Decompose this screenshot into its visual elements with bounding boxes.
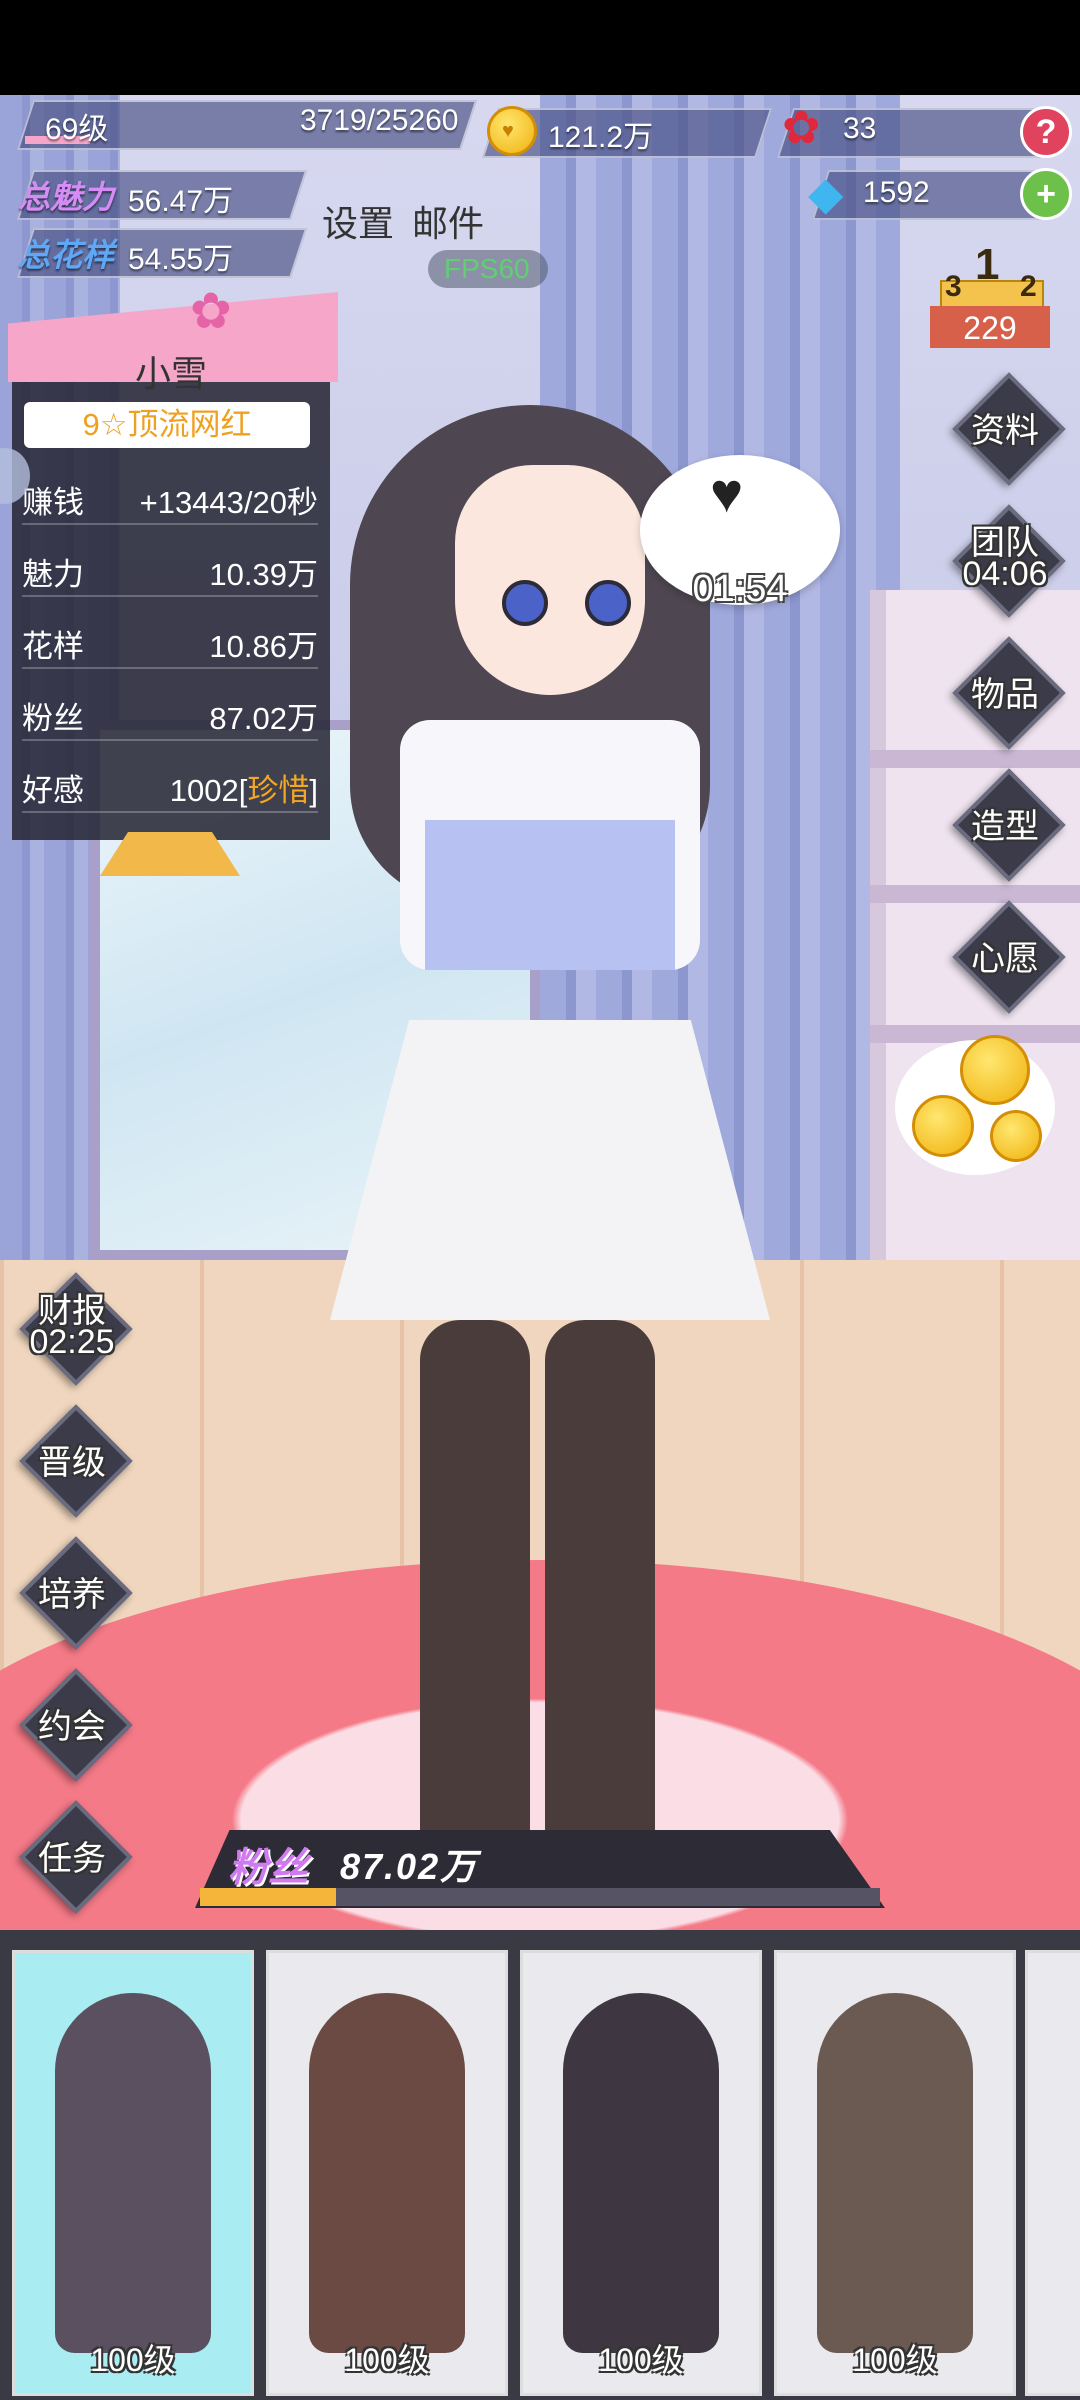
heart-hand-icon: ♥ (710, 461, 744, 524)
affection-suffix: ] (309, 773, 318, 808)
coin-icon (960, 1035, 1030, 1105)
character-card[interactable]: 100级 (12, 1950, 254, 2396)
card-level: 100级 (344, 2342, 430, 2378)
stat-label: 粉丝 (22, 701, 84, 736)
stat-value: 10.39万 (209, 549, 318, 594)
right-button-0[interactable]: 资料 (952, 372, 1066, 486)
left-button-label: 晋级 (38, 1444, 106, 1482)
right-button-2[interactable]: 物品 (952, 636, 1066, 750)
shelf-board (870, 750, 1080, 768)
character-leg (420, 1320, 530, 1870)
character-leg (545, 1320, 655, 1870)
rose-icon: ✿ (782, 101, 821, 153)
podium-third: 3 (945, 270, 962, 303)
roses-value: 33 (843, 112, 877, 145)
right-button-label: 造型 (971, 808, 1039, 846)
card-portrait (817, 1993, 973, 2353)
shelf-board (870, 885, 1080, 903)
help-button[interactable]: ? (1020, 106, 1072, 158)
stat-row: 魅力 10.39万 (22, 537, 318, 597)
stat-value-text: 10.86万 (209, 629, 318, 664)
character-card[interactable]: 100级 (520, 1950, 762, 2396)
affection-tier: 珍惜 (247, 773, 310, 808)
fps-text: FPS60 (444, 253, 530, 284)
charm-value: 56.47万 (128, 185, 234, 218)
stat-value: 1002[珍惜] (170, 765, 318, 810)
left-button-label: 培养 (38, 1576, 106, 1614)
character-name: 小雪 (134, 353, 207, 394)
level-text: 69级 (45, 113, 109, 146)
ranking-podium[interactable]: 1 3 2 229 (930, 240, 1050, 350)
stat-label: 魅力 (22, 557, 84, 592)
character-face (455, 465, 645, 695)
stat-row: 花样 10.86万 (22, 609, 318, 669)
character-eye (585, 580, 631, 626)
character-rank-badge: 9☆顶流网红 (24, 402, 310, 448)
card-portrait (563, 1993, 719, 2353)
style-value: 54.55万 (128, 243, 234, 276)
style-label: 总花样 (18, 237, 115, 273)
left-button-timer: 02:25 (29, 1323, 115, 1361)
stat-value-text: 1002[ (169, 773, 248, 808)
settings-button[interactable]: 设置 (322, 195, 394, 247)
left-button-label: 任务 (38, 1840, 106, 1878)
bubble-timer: 01:54 (692, 568, 788, 610)
right-button-3[interactable]: 造型 (952, 768, 1066, 882)
left-button-3[interactable]: 约会 (19, 1668, 133, 1782)
coin-icon (990, 1110, 1042, 1162)
mail-button[interactable]: 邮件 (412, 195, 484, 247)
stat-label: 花样 (22, 629, 84, 664)
coins-value: 121.2万 (548, 121, 654, 154)
right-button-label: 心愿 (971, 940, 1039, 978)
rank-value: 229 (963, 310, 1017, 346)
status-bar (0, 0, 1080, 95)
left-button-2[interactable]: 培养 (19, 1536, 133, 1650)
card-level: 100级 (852, 2342, 938, 2378)
left-button-4[interactable]: 任务 (19, 1800, 133, 1914)
stat-value-text: 87.02万 (209, 701, 318, 736)
stat-value-text: +13443/20秒 (139, 485, 318, 520)
diamond-icon: ◆ (808, 167, 844, 219)
podium-first: 1 (975, 240, 1000, 289)
character-eye (502, 580, 548, 626)
fans-value: 87.02万 (340, 1846, 479, 1887)
exp-text: 3719/25260 (300, 104, 459, 137)
card-level: 100级 (598, 2342, 684, 2378)
coin-icon (912, 1095, 974, 1157)
stat-label: 赚钱 (22, 485, 84, 520)
right-button-label: 资料 (971, 412, 1039, 450)
stat-row: 赚钱 +13443/20秒 (22, 465, 318, 525)
podium-second: 2 (1020, 270, 1037, 303)
fans-label: 粉丝 (228, 1846, 308, 1890)
left-button-0[interactable]: 财报 02:25 (19, 1272, 133, 1386)
stat-row: 好感 1002[珍惜] (22, 753, 318, 813)
right-button-4[interactable]: 心愿 (952, 900, 1066, 1014)
character-card[interactable]: 100级 (266, 1950, 508, 2396)
left-button-label: 约会 (38, 1708, 106, 1746)
right-button-label: 物品 (971, 676, 1039, 714)
charm-label: 总魅力 (18, 179, 115, 215)
card-portrait (55, 1993, 211, 2353)
stat-label: 好感 (22, 773, 84, 808)
character-card-partial[interactable] (1025, 1950, 1080, 2396)
stat-row: 粉丝 87.02万 (22, 681, 318, 741)
character-crop-top (425, 820, 675, 970)
stat-value: +13443/20秒 (140, 477, 318, 522)
character-card[interactable]: 100级 (774, 1950, 1016, 2396)
stat-value: 87.02万 (209, 693, 318, 738)
stat-value: 10.86万 (209, 621, 318, 666)
gems-value: 1592 (863, 176, 930, 209)
coin-icon: ♥ (487, 106, 537, 156)
left-button-1[interactable]: 晋级 (19, 1404, 133, 1518)
gift-bow-icon: ✿ (190, 283, 232, 339)
stat-value-text: 10.39万 (209, 557, 318, 592)
card-portrait (309, 1993, 465, 2353)
card-level: 100级 (90, 2342, 176, 2378)
add-gems-button[interactable]: + (1020, 168, 1072, 220)
right-button-timer: 04:06 (962, 555, 1048, 593)
right-button-1[interactable]: 团队 04:06 (952, 504, 1066, 618)
